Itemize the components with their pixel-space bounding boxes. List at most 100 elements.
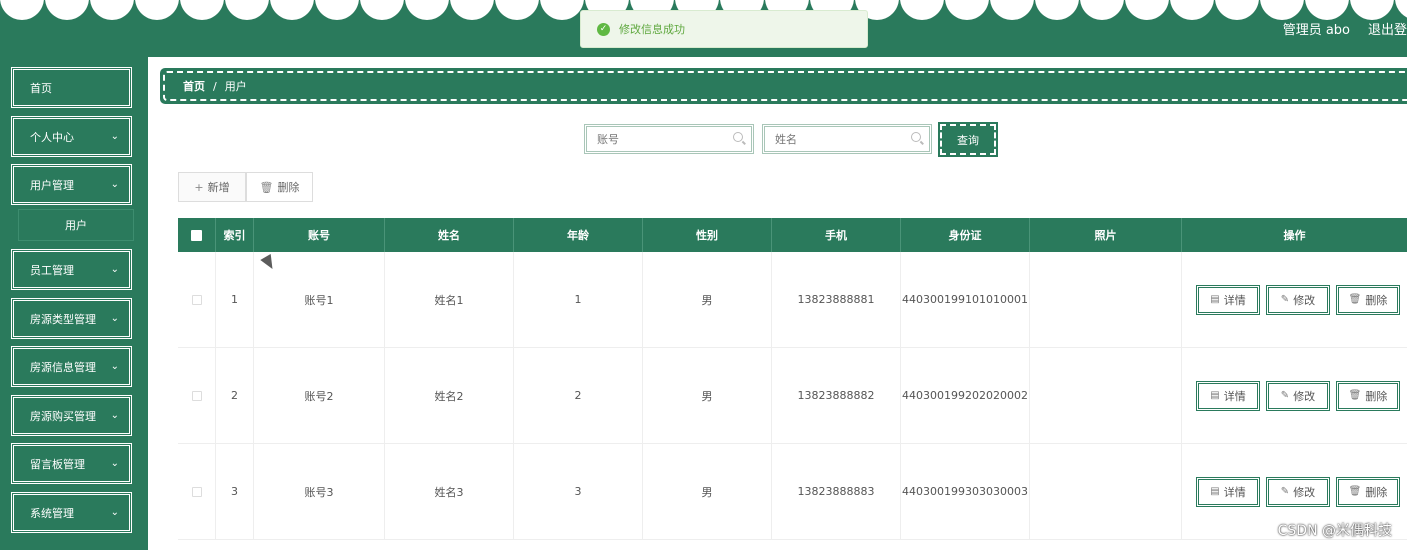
- sidebar-subitem-user[interactable]: 用户: [18, 209, 134, 241]
- scallop-shape: [360, 0, 404, 20]
- delete-label: 删除: [1365, 485, 1388, 499]
- name-search-input[interactable]: [765, 127, 905, 151]
- row-select-cell[interactable]: [178, 252, 216, 347]
- row-select-cell[interactable]: [178, 444, 216, 539]
- edit-button[interactable]: ✎ 修改: [1266, 284, 1330, 315]
- cell-account: 账号2: [254, 348, 385, 443]
- header-phone: 手机: [772, 218, 901, 252]
- scallop-shape: [1350, 0, 1394, 20]
- trash-icon: 🗑: [1348, 390, 1362, 401]
- query-button[interactable]: 查询: [938, 122, 998, 157]
- cell-phone: 13823888882: [772, 348, 901, 443]
- breadcrumb-home[interactable]: 首页: [183, 78, 205, 94]
- scallop-shape: [1260, 0, 1304, 20]
- pencil-icon: ✎: [1280, 390, 1290, 401]
- row-checkbox[interactable]: [191, 294, 202, 305]
- cell-name: 姓名2: [385, 348, 514, 443]
- cell-id-card: 440300199202020002: [901, 348, 1030, 443]
- delete-button[interactable]: 🗑 删除: [1336, 284, 1400, 315]
- sidebar-item-message-board-management[interactable]: 留言板管理 ⌄: [11, 443, 132, 484]
- sidebar-item-label: 用户管理: [30, 178, 74, 192]
- account-search-field[interactable]: [584, 124, 754, 154]
- detail-button[interactable]: ▤ 详情: [1196, 284, 1260, 315]
- scallop-shape: [1170, 0, 1214, 20]
- admin-user-label: 管理员 abo: [1282, 23, 1350, 38]
- sidebar-item-personal-center[interactable]: 个人中心 ⌄: [11, 116, 132, 157]
- cell-photo: [1030, 252, 1182, 347]
- header-index: 索引: [216, 218, 254, 252]
- detail-label: 详情: [1223, 485, 1246, 499]
- row-select-cell[interactable]: [178, 348, 216, 443]
- cell-gender: 男: [643, 252, 772, 347]
- cell-operations: ▤ 详情 ✎ 修改 🗑 删除: [1182, 252, 1407, 347]
- edit-button[interactable]: ✎ 修改: [1266, 380, 1330, 411]
- sidebar-item-house-info-management[interactable]: 房源信息管理 ⌄: [11, 346, 132, 387]
- user-table: 索引 账号 姓名 年龄 性别 手机 身份证 照片 操作 1 账号1 姓名1 1 …: [178, 218, 1407, 540]
- select-all-cell[interactable]: [178, 218, 216, 252]
- delete-label: 删除: [1365, 293, 1388, 307]
- scallop-shape: [900, 0, 944, 20]
- breadcrumb-inner: 首页 / 用户: [163, 71, 1407, 101]
- scallop-shape: [0, 0, 44, 20]
- logout-link[interactable]: 退出登录: [1368, 19, 1407, 38]
- scallop-shape: [1215, 0, 1259, 20]
- cell-id-card: 440300199303030003: [901, 444, 1030, 539]
- cell-index: 2: [216, 348, 254, 443]
- detail-button[interactable]: ▤ 详情: [1196, 380, 1260, 411]
- scallop-shape: [990, 0, 1034, 20]
- sidebar-item-label: 员工管理: [30, 263, 74, 277]
- cell-gender: 男: [643, 348, 772, 443]
- chevron-down-icon: ⌄: [110, 313, 119, 324]
- cell-photo: [1030, 348, 1182, 443]
- delete-button[interactable]: 🗑 删除: [1336, 380, 1400, 411]
- sidebar-item-house-type-management[interactable]: 房源类型管理 ⌄: [11, 298, 132, 339]
- scallop-shape: [90, 0, 134, 20]
- pencil-icon: ✎: [1280, 294, 1290, 305]
- trash-icon: 🗑: [259, 180, 274, 194]
- delete-button[interactable]: 🗑 删除: [1336, 476, 1400, 507]
- header-gender: 性别: [643, 218, 772, 252]
- account-search-input[interactable]: [587, 127, 727, 151]
- scallop-shape: [1080, 0, 1124, 20]
- sidebar-item-label: 系统管理: [30, 506, 74, 520]
- edit-button[interactable]: ✎ 修改: [1266, 476, 1330, 507]
- scallop-shape: [945, 0, 989, 20]
- breadcrumb-separator: /: [213, 79, 217, 93]
- cell-photo: [1030, 444, 1182, 539]
- row-checkbox[interactable]: [191, 486, 202, 497]
- row-checkbox[interactable]: [191, 390, 202, 401]
- search-icon: [733, 132, 743, 142]
- cell-name: 姓名3: [385, 444, 514, 539]
- sidebar-item-label: 首页: [30, 81, 52, 95]
- scallop-shape: [225, 0, 269, 20]
- detail-button[interactable]: ▤ 详情: [1196, 476, 1260, 507]
- cell-age: 3: [514, 444, 643, 539]
- cell-account: 账号3: [254, 444, 385, 539]
- sidebar-item-house-purchase-management[interactable]: 房源购买管理 ⌄: [11, 395, 132, 436]
- scallop-shape: [495, 0, 539, 20]
- scallop-shape: [1125, 0, 1169, 20]
- sidebar-item-user-management[interactable]: 用户管理 ⌄: [11, 164, 132, 205]
- edit-label: 修改: [1293, 293, 1316, 307]
- breadcrumb-current: 用户: [224, 80, 247, 93]
- document-icon: ▤: [1210, 294, 1220, 305]
- cell-gender: 男: [643, 444, 772, 539]
- cell-id-card: 440300199101010001: [901, 252, 1030, 347]
- search-icon: [911, 132, 921, 142]
- sidebar-item-home[interactable]: 首页: [11, 67, 132, 108]
- scallop-shape: [135, 0, 179, 20]
- add-button[interactable]: + 新增: [178, 172, 246, 202]
- cell-age: 1: [514, 252, 643, 347]
- sidebar-item-label: 房源购买管理: [30, 409, 96, 423]
- cell-phone: 13823888881: [772, 252, 901, 347]
- cell-phone: 13823888883: [772, 444, 901, 539]
- select-all-checkbox[interactable]: [191, 229, 202, 241]
- scallop-shape: [1035, 0, 1079, 20]
- toast-message: 修改信息成功: [619, 23, 685, 36]
- sidebar-item-system-management[interactable]: 系统管理 ⌄: [11, 492, 132, 533]
- chevron-down-icon: ⌄: [110, 131, 119, 142]
- batch-delete-button[interactable]: 🗑 删除: [246, 172, 313, 202]
- scallop-shape: [1395, 0, 1407, 18]
- name-search-field[interactable]: [762, 124, 932, 154]
- sidebar-item-staff-management[interactable]: 员工管理 ⌄: [11, 249, 132, 290]
